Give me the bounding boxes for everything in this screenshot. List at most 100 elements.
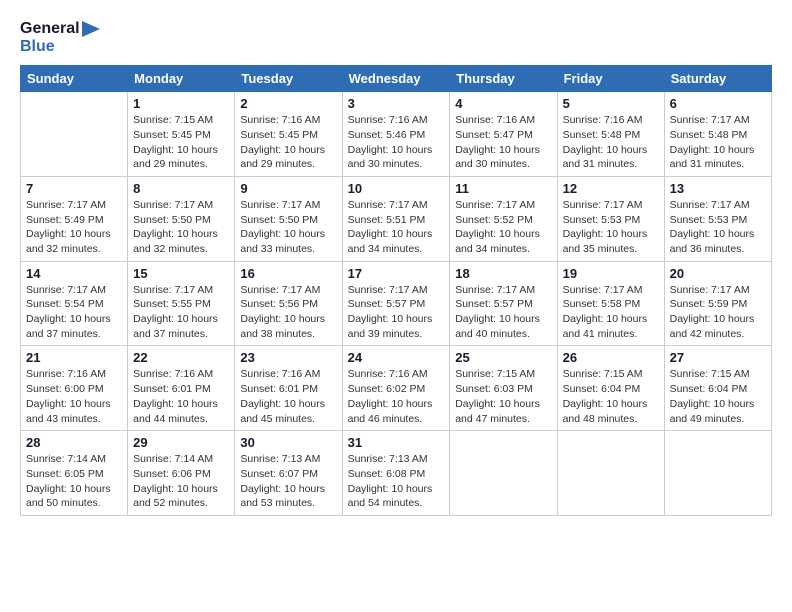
day-detail: Sunrise: 7:17 AMSunset: 5:52 PMDaylight:… (455, 198, 551, 257)
day-detail: Sunrise: 7:15 AMSunset: 6:04 PMDaylight:… (563, 367, 659, 426)
day-detail: Sunrise: 7:16 AMSunset: 6:01 PMDaylight:… (240, 367, 336, 426)
day-number: 24 (348, 350, 445, 365)
calendar-cell: 6Sunrise: 7:17 AMSunset: 5:48 PMDaylight… (664, 92, 771, 177)
calendar-cell: 5 Sunrise: 7:16 AMSunset: 5:48 PMDaylight… (557, 92, 664, 177)
calendar-cell: 13 Sunrise: 7:17 AMSunset: 5:53 PMDayligh… (664, 176, 771, 261)
day-number: 16 (240, 266, 336, 281)
day-detail: Sunrise: 7:16 AMSunset: 6:02 PMDaylight:… (348, 367, 445, 426)
calendar-cell: 12 Sunrise: 7:17 AMSunset: 5:53 PMDayligh… (557, 176, 664, 261)
calendar-cell: 19Sunrise: 7:17 AMSunset: 5:58 PMDayligh… (557, 261, 664, 346)
calendar-cell: 7 Sunrise: 7:17 AMSunset: 5:49 PMDaylight… (21, 176, 128, 261)
day-number: 28 (26, 435, 122, 450)
calendar-table: SundayMondayTuesdayWednesdayThursdayFrid… (20, 65, 772, 516)
calendar-cell (664, 431, 771, 516)
calendar-cell: 21 Sunrise: 7:16 AMSunset: 6:00 PMDayligh… (21, 346, 128, 431)
day-number: 22 (133, 350, 229, 365)
calendar-cell: 30Sunrise: 7:13 AMSunset: 6:07 PMDayligh… (235, 431, 342, 516)
day-number: 15 (133, 266, 229, 281)
calendar-cell: 28 Sunrise: 7:14 AMSunset: 6:05 PMDayligh… (21, 431, 128, 516)
day-number: 13 (670, 181, 766, 196)
day-number: 5 (563, 96, 659, 111)
calendar-cell: 4 Sunrise: 7:16 AMSunset: 5:47 PMDaylight… (450, 92, 557, 177)
calendar-cell: 2Sunrise: 7:16 AMSunset: 5:45 PMDaylight… (235, 92, 342, 177)
calendar-cell: 20 Sunrise: 7:17 AMSunset: 5:59 PMDayligh… (664, 261, 771, 346)
day-number: 29 (133, 435, 229, 450)
day-detail: Sunrise: 7:17 AMSunset: 5:51 PMDaylight:… (348, 198, 445, 257)
calendar-cell (557, 431, 664, 516)
calendar-cell: 22 Sunrise: 7:16 AMSunset: 6:01 PMDayligh… (128, 346, 235, 431)
day-detail: Sunrise: 7:17 AMSunset: 5:53 PMDaylight:… (563, 198, 659, 257)
day-detail: Sunrise: 7:17 AMSunset: 5:59 PMDaylight:… (670, 283, 766, 342)
day-number: 31 (348, 435, 445, 450)
day-detail: Sunrise: 7:17 AMSunset: 5:50 PMDaylight:… (240, 198, 336, 257)
day-detail: Sunrise: 7:16 AMSunset: 6:01 PMDaylight:… (133, 367, 229, 426)
week-row-2: 7 Sunrise: 7:17 AMSunset: 5:49 PMDaylight… (21, 176, 772, 261)
calendar-cell: 1 Sunrise: 7:15 AMSunset: 5:45 PMDaylight… (128, 92, 235, 177)
day-number: 25 (455, 350, 551, 365)
day-detail: Sunrise: 7:17 AMSunset: 5:49 PMDaylight:… (26, 198, 122, 257)
day-detail: Sunrise: 7:15 AMSunset: 5:45 PMDaylight:… (133, 113, 229, 172)
day-number: 4 (455, 96, 551, 111)
logo-text: General Blue (20, 20, 100, 55)
day-number: 8 (133, 181, 229, 196)
day-number: 21 (26, 350, 122, 365)
logo: General Blue (20, 20, 100, 55)
day-detail: Sunrise: 7:17 AMSunset: 5:54 PMDaylight:… (26, 283, 122, 342)
day-detail: Sunrise: 7:13 AMSunset: 6:08 PMDaylight:… (348, 452, 445, 511)
calendar-cell (21, 92, 128, 177)
day-number: 7 (26, 181, 122, 196)
day-header-thursday: Thursday (450, 66, 557, 92)
calendar-cell: 17Sunrise: 7:17 AMSunset: 5:57 PMDayligh… (342, 261, 450, 346)
day-detail: Sunrise: 7:17 AMSunset: 5:50 PMDaylight:… (133, 198, 229, 257)
calendar-cell: 11 Sunrise: 7:17 AMSunset: 5:52 PMDayligh… (450, 176, 557, 261)
calendar-cell: 10 Sunrise: 7:17 AMSunset: 5:51 PMDayligh… (342, 176, 450, 261)
day-detail: Sunrise: 7:16 AMSunset: 5:45 PMDaylight:… (240, 113, 336, 172)
day-number: 23 (240, 350, 336, 365)
day-header-monday: Monday (128, 66, 235, 92)
day-header-wednesday: Wednesday (342, 66, 450, 92)
day-number: 9 (240, 181, 336, 196)
day-number: 30 (240, 435, 336, 450)
week-row-1: 1 Sunrise: 7:15 AMSunset: 5:45 PMDaylight… (21, 92, 772, 177)
week-row-5: 28 Sunrise: 7:14 AMSunset: 6:05 PMDayligh… (21, 431, 772, 516)
calendar-cell: 27 Sunrise: 7:15 AMSunset: 6:04 PMDayligh… (664, 346, 771, 431)
calendar-cell: 23 Sunrise: 7:16 AMSunset: 6:01 PMDayligh… (235, 346, 342, 431)
page-header: General Blue (20, 20, 772, 55)
day-number: 17 (348, 266, 445, 281)
week-row-3: 14 Sunrise: 7:17 AMSunset: 5:54 PMDayligh… (21, 261, 772, 346)
day-number: 12 (563, 181, 659, 196)
day-number: 26 (563, 350, 659, 365)
day-number: 3 (348, 96, 445, 111)
day-number: 20 (670, 266, 766, 281)
day-detail: Sunrise: 7:14 AMSunset: 6:05 PMDaylight:… (26, 452, 122, 511)
day-detail: Sunrise: 7:16 AMSunset: 6:00 PMDaylight:… (26, 367, 122, 426)
day-number: 18 (455, 266, 551, 281)
calendar-cell: 15 Sunrise: 7:17 AMSunset: 5:55 PMDayligh… (128, 261, 235, 346)
calendar-cell: 24 Sunrise: 7:16 AMSunset: 6:02 PMDayligh… (342, 346, 450, 431)
day-detail: Sunrise: 7:17 AMSunset: 5:57 PMDaylight:… (455, 283, 551, 342)
day-detail: Sunrise: 7:14 AMSunset: 6:06 PMDaylight:… (133, 452, 229, 511)
day-number: 27 (670, 350, 766, 365)
day-detail: Sunrise: 7:17 AMSunset: 5:56 PMDaylight:… (240, 283, 336, 342)
calendar-cell: 31 Sunrise: 7:13 AMSunset: 6:08 PMDayligh… (342, 431, 450, 516)
day-detail: Sunrise: 7:15 AMSunset: 6:04 PMDaylight:… (670, 367, 766, 426)
calendar-cell: 8 Sunrise: 7:17 AMSunset: 5:50 PMDaylight… (128, 176, 235, 261)
calendar-cell: 25Sunrise: 7:15 AMSunset: 6:03 PMDayligh… (450, 346, 557, 431)
day-number: 11 (455, 181, 551, 196)
day-header-tuesday: Tuesday (235, 66, 342, 92)
day-header-sunday: Sunday (21, 66, 128, 92)
calendar-cell: 29 Sunrise: 7:14 AMSunset: 6:06 PMDayligh… (128, 431, 235, 516)
day-detail: Sunrise: 7:16 AMSunset: 5:48 PMDaylight:… (563, 113, 659, 172)
day-number: 14 (26, 266, 122, 281)
day-detail: Sunrise: 7:17 AMSunset: 5:48 PMDaylight:… (670, 113, 766, 172)
day-detail: Sunrise: 7:16 AMSunset: 5:46 PMDaylight:… (348, 113, 445, 172)
day-number: 1 (133, 96, 229, 111)
calendar-cell: 3 Sunrise: 7:16 AMSunset: 5:46 PMDaylight… (342, 92, 450, 177)
day-header-saturday: Saturday (664, 66, 771, 92)
week-row-4: 21 Sunrise: 7:16 AMSunset: 6:00 PMDayligh… (21, 346, 772, 431)
day-detail: Sunrise: 7:17 AMSunset: 5:53 PMDaylight:… (670, 198, 766, 257)
calendar-cell: 26 Sunrise: 7:15 AMSunset: 6:04 PMDayligh… (557, 346, 664, 431)
day-number: 10 (348, 181, 445, 196)
day-detail: Sunrise: 7:17 AMSunset: 5:55 PMDaylight:… (133, 283, 229, 342)
day-detail: Sunrise: 7:16 AMSunset: 5:47 PMDaylight:… (455, 113, 551, 172)
